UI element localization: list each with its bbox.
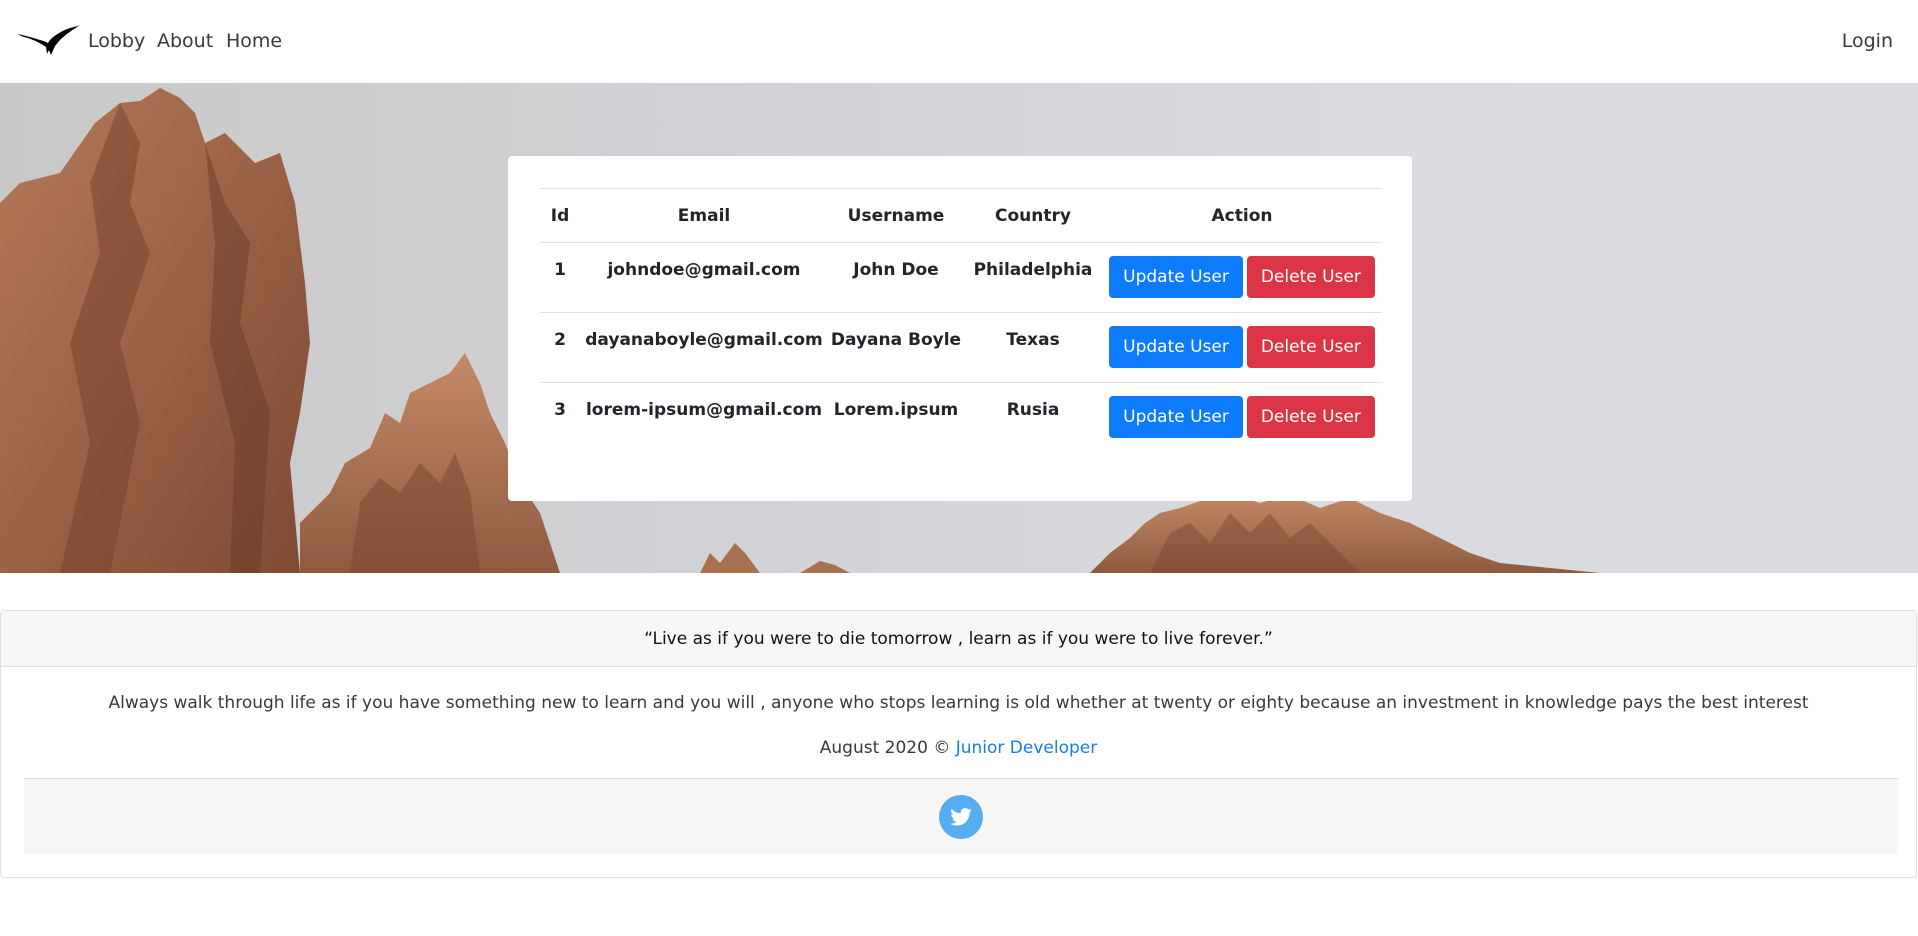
cell-username: Dayana Boyle <box>830 330 962 350</box>
twitter-icon[interactable] <box>939 795 983 839</box>
update-user-button[interactable]: Update User <box>1109 326 1243 368</box>
cell-id: 1 <box>554 260 566 280</box>
nav-link-lobby[interactable]: Lobby <box>88 29 145 53</box>
table-row: 1 johndoe@gmail.com John Doe Philadelphi… <box>540 243 1382 313</box>
delete-user-button[interactable]: Delete User <box>1246 396 1375 438</box>
update-user-button[interactable]: Update User <box>1109 256 1243 298</box>
cell-email: dayanaboyle@gmail.com <box>585 330 823 350</box>
cell-email: lorem-ipsum@gmail.com <box>585 400 823 420</box>
delete-user-button[interactable]: Delete User <box>1246 256 1375 298</box>
column-header-username: Username <box>847 205 945 226</box>
delete-user-button[interactable]: Delete User <box>1246 326 1375 368</box>
table-row: 3 lorem-ipsum@gmail.com Lorem.ipsum Rusi… <box>540 383 1382 453</box>
hero-banner: Id Email Username Country Action 1 johnd… <box>0 83 1918 573</box>
table-header-row: Id Email Username Country Action <box>540 188 1382 243</box>
credit-date: August 2020 © <box>819 738 956 758</box>
cell-country: Texas <box>1006 330 1060 350</box>
eagle-logo-icon[interactable] <box>18 24 80 58</box>
author-link[interactable]: Junior Developer <box>956 738 1098 758</box>
users-table: Id Email Username Country Action 1 johnd… <box>540 188 1382 453</box>
nav-link-about[interactable]: About <box>157 29 213 53</box>
navbar: Lobby About Home Login <box>0 0 1918 83</box>
cell-actions: Update User Delete User <box>1102 243 1382 313</box>
users-card: Id Email Username Country Action 1 johnd… <box>508 156 1412 501</box>
social-bar <box>24 778 1898 854</box>
cell-country: Philadelphia <box>973 260 1093 280</box>
cell-email: johndoe@gmail.com <box>607 260 801 280</box>
column-header-action: Action <box>1211 205 1273 226</box>
nav-link-home[interactable]: Home <box>226 29 282 53</box>
footer-credit: August 2020 © Junior Developer <box>1 736 1916 760</box>
cell-id: 3 <box>554 400 566 420</box>
table-row: 2 dayanaboyle@gmail.com Dayana Boyle Tex… <box>540 313 1382 383</box>
cell-id: 2 <box>554 330 566 350</box>
column-header-id: Id <box>550 205 570 226</box>
cell-username: Lorem.ipsum <box>833 400 959 420</box>
update-user-button[interactable]: Update User <box>1109 396 1243 438</box>
cell-actions: Update User Delete User <box>1102 313 1382 383</box>
column-header-country: Country <box>995 205 1071 226</box>
quote-text: “Live as if you were to die tomorrow , l… <box>1 611 1916 667</box>
cell-actions: Update User Delete User <box>1102 383 1382 453</box>
footer-description: Always walk through life as if you have … <box>108 693 1809 713</box>
footer: “Live as if you were to die tomorrow , l… <box>0 610 1917 878</box>
column-header-email: Email <box>677 205 731 226</box>
cell-username: John Doe <box>853 260 939 280</box>
login-link[interactable]: Login <box>1842 29 1893 53</box>
cell-country: Rusia <box>1006 400 1060 420</box>
